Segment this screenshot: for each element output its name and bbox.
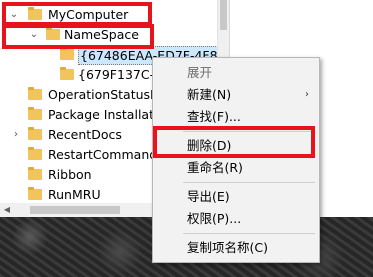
menu-separator	[183, 233, 315, 234]
highlight-box-mycomputer	[2, 2, 152, 26]
folder-icon	[28, 127, 42, 140]
folder-icon	[28, 107, 42, 120]
tree-item-label: RestartCommands	[48, 147, 164, 162]
menu-separator	[183, 182, 315, 183]
scrollbar-thumb[interactable]	[30, 206, 120, 214]
menu-item-rename[interactable]: 重命名(R)	[153, 157, 319, 179]
menu-item-export[interactable]: 导出(E)	[153, 186, 319, 208]
folder-icon	[28, 147, 42, 160]
folder-icon	[28, 87, 42, 100]
scrollbar-thumb[interactable]	[220, 0, 227, 30]
highlight-box-delete	[153, 126, 315, 158]
folder-icon	[28, 187, 42, 200]
menu-item-permissions[interactable]: 权限(P)...	[153, 208, 319, 230]
menu-item-find[interactable]: 查找(F)...	[153, 106, 319, 128]
context-menu: 展开 新建(N) › 查找(F)... 删除(D) 重命名(R) 导出(E) 权…	[152, 57, 320, 263]
menu-item-copy-key-name[interactable]: 复制项名称(C)	[153, 237, 319, 259]
tree-item-label: RecentDocs	[48, 127, 122, 142]
menu-item-expand[interactable]: 展开	[153, 62, 319, 84]
scroll-left-icon[interactable]: ◀	[0, 203, 14, 217]
folder-icon	[28, 167, 42, 180]
menu-item-new[interactable]: 新建(N) ›	[153, 84, 319, 106]
folder-icon	[60, 67, 74, 80]
folder-icon	[60, 47, 74, 60]
highlight-box-namespace	[2, 24, 154, 49]
tree-item-label: Ribbon	[48, 167, 92, 182]
chevron-right-icon[interactable]: ›	[10, 125, 22, 145]
chevron-right-icon: ›	[305, 89, 309, 100]
tree-item-label: RunMRU	[48, 187, 101, 202]
